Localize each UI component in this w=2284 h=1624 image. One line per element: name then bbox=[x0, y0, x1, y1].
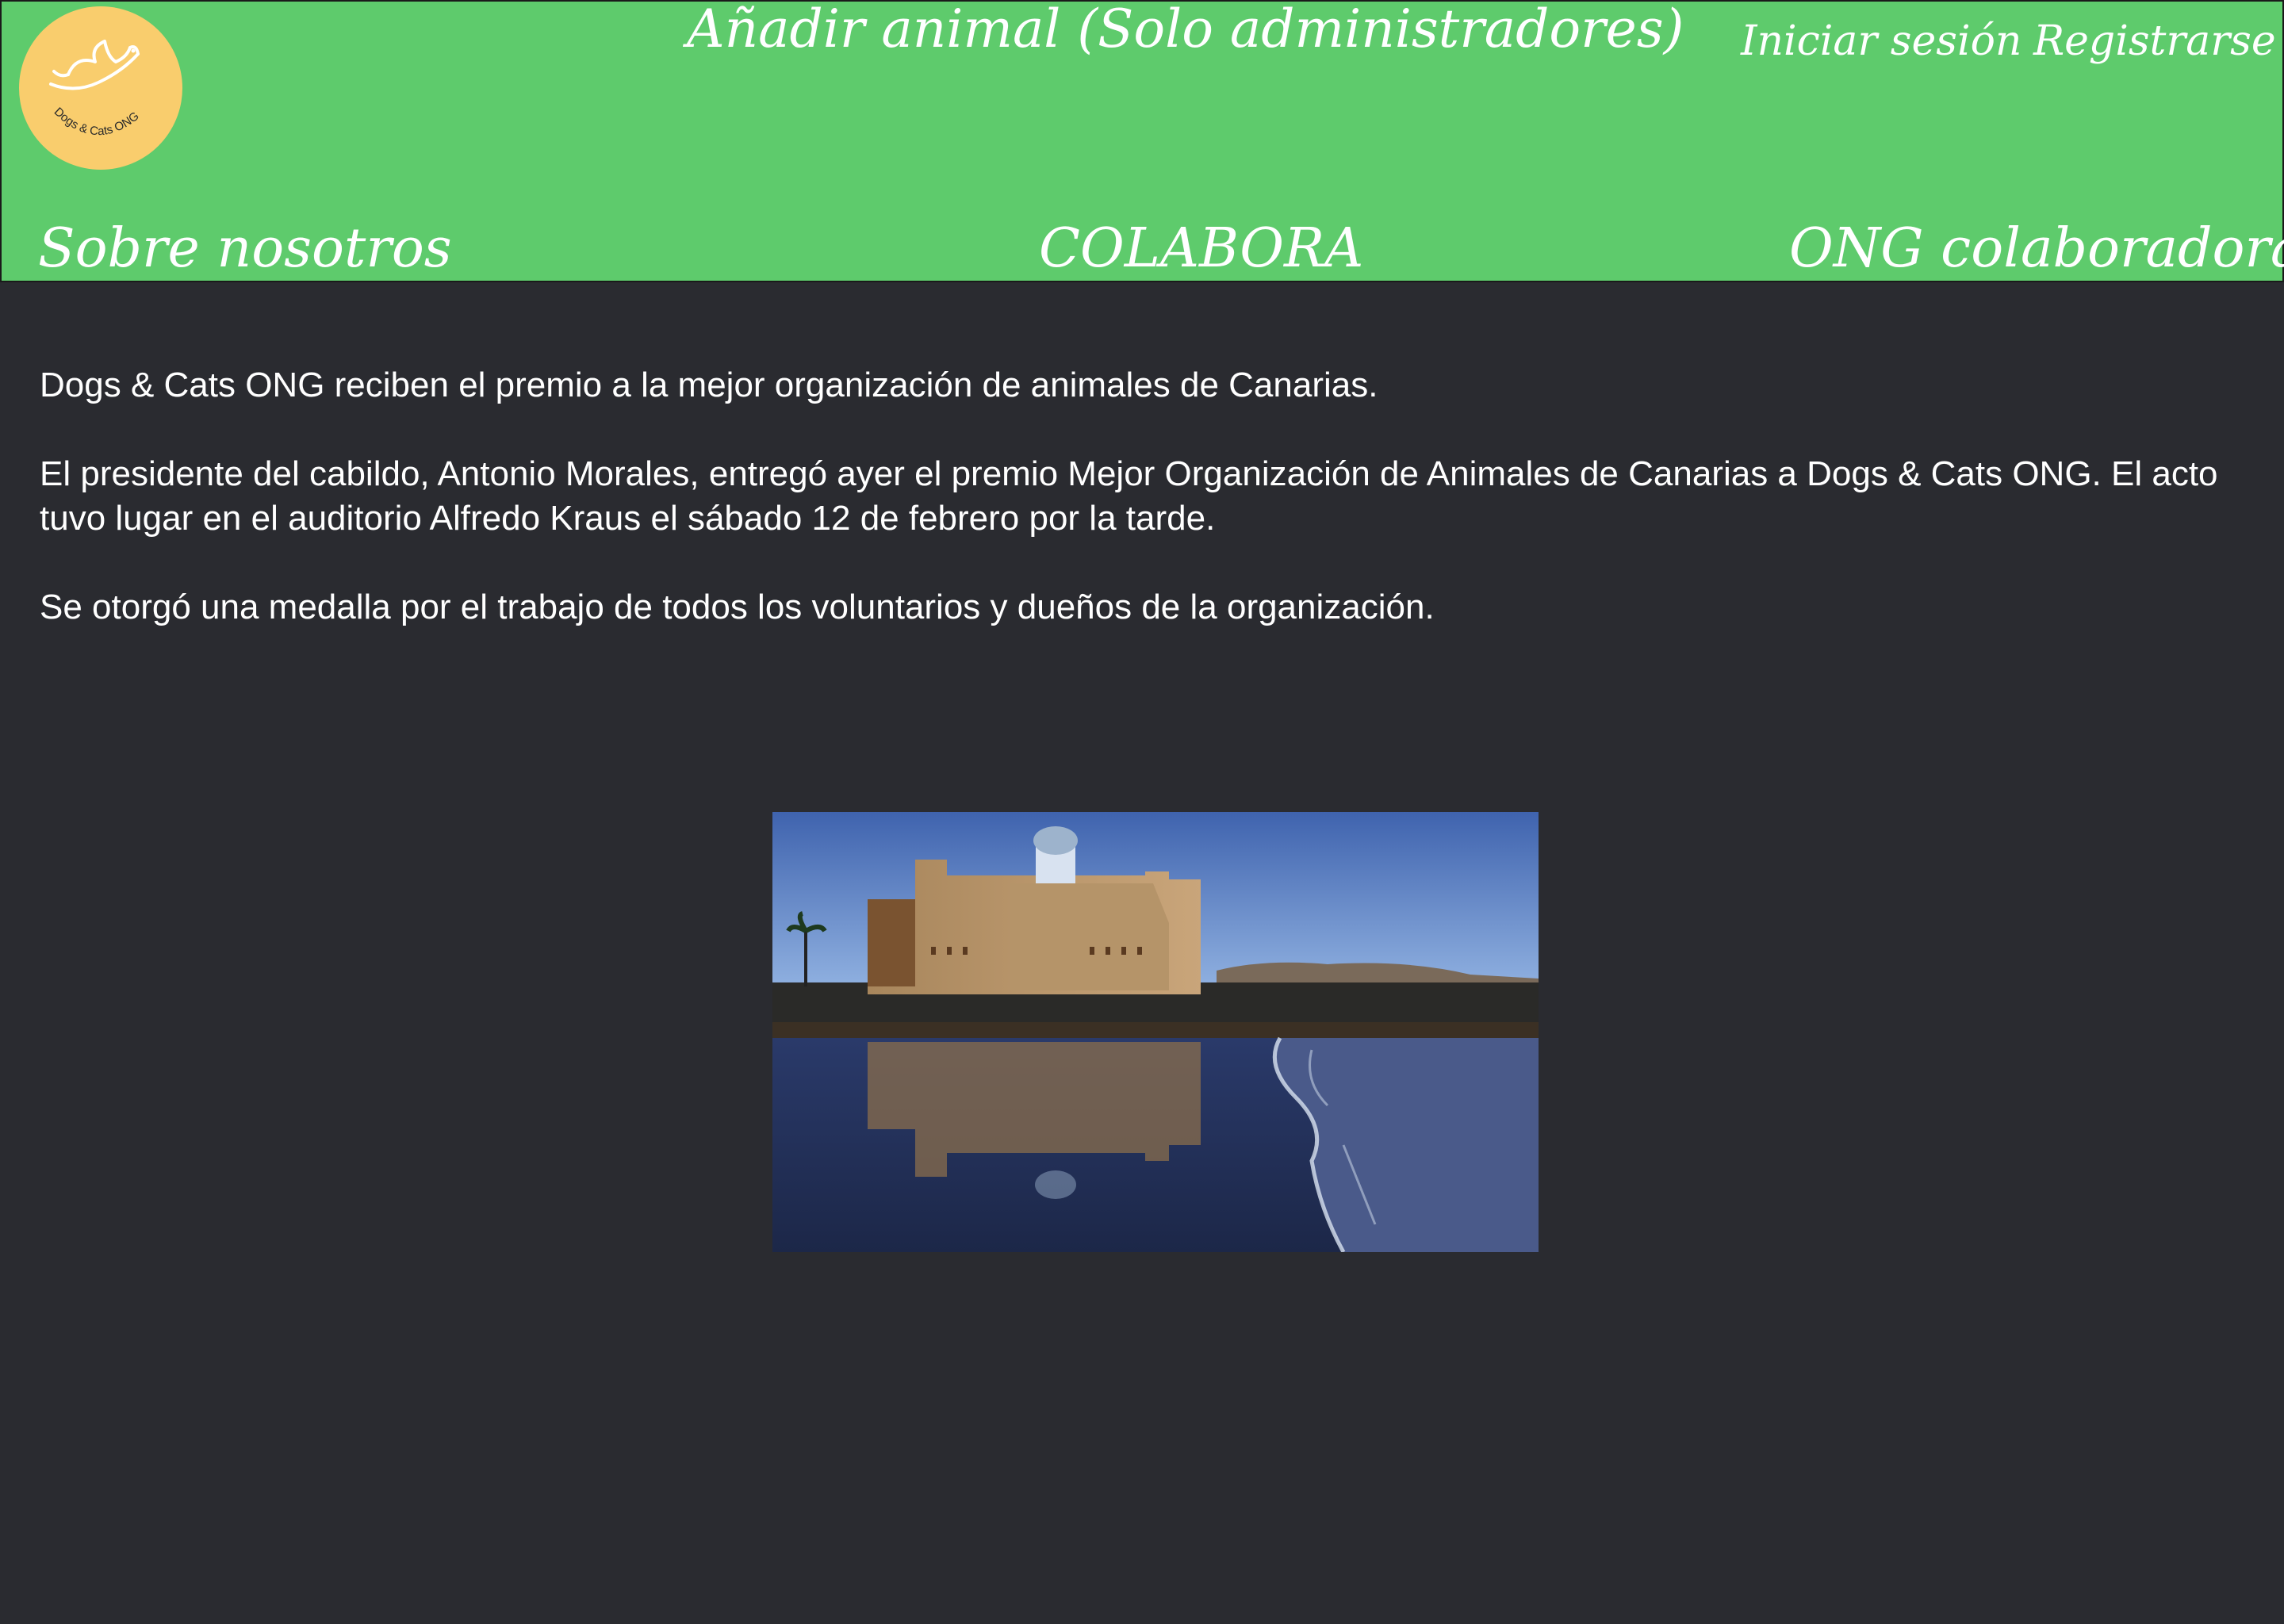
auditorium-photo bbox=[772, 812, 1539, 1252]
article-headline: Dogs & Cats ONG reciben el premio a la m… bbox=[40, 366, 1378, 404]
add-animal-admin-link[interactable]: Añadir animal (Solo administradores) bbox=[687, 3, 1684, 56]
article-paragraph: El presidente del cabildo, Antonio Moral… bbox=[40, 454, 2218, 538]
register-link[interactable]: Registrarse bbox=[2033, 21, 2276, 62]
login-link[interactable]: Iniciar sesión bbox=[1741, 21, 2021, 62]
logo-text: Dogs & Cats ONG bbox=[52, 105, 142, 138]
logo[interactable]: Dogs & Cats ONG bbox=[19, 6, 182, 170]
nav-ong-colaboradoras[interactable]: ONG colaboradoras bbox=[1789, 222, 2284, 276]
svg-text:Dogs & Cats ONG: Dogs & Cats ONG bbox=[52, 105, 142, 138]
nav-about-us[interactable]: Sobre nosotros bbox=[38, 222, 452, 276]
dove-logo-icon: Dogs & Cats ONG bbox=[49, 40, 142, 138]
site-header: Dogs & Cats ONG Añadir animal (Solo admi… bbox=[0, 0, 2284, 282]
article-paragraph: Se otorgó una medalla por el trabajo de … bbox=[40, 588, 1435, 626]
nav-colabora[interactable]: COLABORA bbox=[1039, 222, 1363, 276]
article-body: Dogs & Cats ONG reciben el premio a la m… bbox=[40, 363, 2228, 674]
auditorium-photo-image bbox=[772, 812, 1539, 1252]
